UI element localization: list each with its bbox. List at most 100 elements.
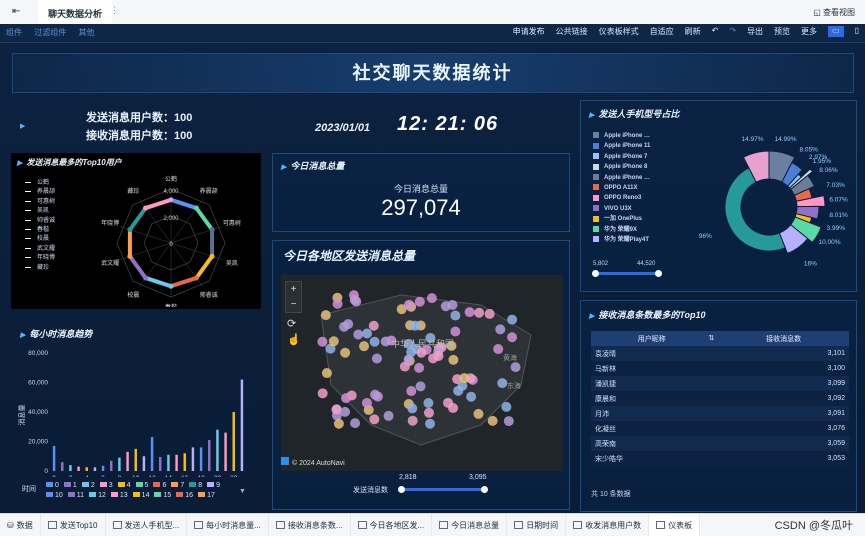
back-icon[interactable]: ⇤ <box>12 6 20 17</box>
table-row[interactable]: 康晨和 3,092 <box>591 391 849 406</box>
hourly-legend-item[interactable]: 6 <box>153 482 166 489</box>
range-handle-max[interactable] <box>481 486 488 493</box>
pie-legend-item[interactable]: VIVO U3X <box>593 204 650 214</box>
desktop-icon[interactable]: ▭ <box>828 26 844 37</box>
pie-legend-item[interactable]: OPPO Reno3 <box>593 193 650 203</box>
tab-today-total[interactable]: 今日消息总量 <box>432 514 508 536</box>
table-row[interactable]: 马新林 3,100 <box>591 361 849 376</box>
hourly-legend-item[interactable]: 15 <box>154 492 171 499</box>
pie-legend-item[interactable]: Apple iPhone 8 <box>593 162 650 172</box>
hourly-legend-item[interactable]: 1 <box>63 482 77 489</box>
range-handle-min[interactable] <box>398 486 405 493</box>
refresh-button[interactable]: 刷新 <box>685 26 701 37</box>
table-row[interactable]: 潘凯捷 3,099 <box>591 376 849 391</box>
pie-legend-item[interactable]: Apple iPhone 11 <box>593 141 650 151</box>
table-row[interactable]: 化凝丝 3,076 <box>591 421 849 436</box>
tab-data[interactable]: ⛁ 数据 <box>0 514 41 536</box>
hourly-legend-item[interactable]: 14 <box>132 492 149 499</box>
pie-legend-item[interactable]: Apple iPhone … <box>593 173 650 183</box>
tab-dashboard[interactable]: 仪表板 <box>649 514 701 536</box>
zoom-in-button[interactable]: + <box>286 282 301 297</box>
hourly-legend-item[interactable]: 5 <box>135 482 148 489</box>
undo-icon[interactable]: ↶ <box>712 26 719 37</box>
tab-receive[interactable]: 接收消息条数... <box>269 514 351 536</box>
preview-button[interactable]: 预览 <box>774 26 790 37</box>
col-header-count[interactable]: 接收消息数 <box>718 331 849 346</box>
hourly-legend-item[interactable]: 16 <box>176 492 193 499</box>
pie-range-handle-min[interactable] <box>592 270 599 277</box>
hourly-legend-item[interactable]: 8 <box>189 482 202 489</box>
range-slider[interactable] <box>398 486 488 493</box>
pie-legend-item[interactable]: 华为 荣耀Play4T <box>593 235 650 245</box>
radar-legend-item[interactable]: 帅睿诚 <box>25 217 55 226</box>
radar-legend-item[interactable]: 校晨 <box>25 235 55 244</box>
radar-tick-label: 4,000 <box>163 189 179 195</box>
hourly-legend-item[interactable]: 13 <box>110 492 128 499</box>
tab-title[interactable]: 聊天数据分析 <box>48 7 102 20</box>
radar-legend-item[interactable]: 可惠树 <box>25 198 55 207</box>
sort-icon[interactable]: ⇅ <box>708 334 714 342</box>
pie-legend-item[interactable]: Apple iPhone 7 <box>593 152 650 162</box>
map-area[interactable]: + − ⟳ ☝ 中华人民共和国 东海 黄海 © 2024 AutoNavi <box>281 275 563 471</box>
more-button[interactable]: 更多 <box>801 26 817 37</box>
pie-range-handle-max[interactable] <box>655 270 662 277</box>
public-link-button[interactable]: 公共链接 <box>556 26 588 37</box>
mobile-icon[interactable]: ▯ <box>855 26 859 37</box>
hourly-legend-item[interactable]: 7 <box>171 482 184 489</box>
radar-legend-item[interactable]: 养晨颉 <box>25 188 55 197</box>
adaptive-button[interactable]: 自适应 <box>650 26 674 37</box>
export-button[interactable]: 导出 <box>747 26 763 37</box>
redo-icon[interactable]: ↷ <box>729 26 736 37</box>
pie-range-slider[interactable] <box>592 270 662 277</box>
style-button[interactable]: 仪表板样式 <box>599 26 639 37</box>
col-header-nickname[interactable]: 用户昵称 ⇅ <box>591 331 719 346</box>
radar-legend-item[interactable]: 藏珍 <box>25 264 55 273</box>
tab-hourly[interactable]: 每小时消息量... <box>187 514 269 536</box>
legend-page-down-icon[interactable]: ▼ <box>239 488 246 495</box>
hourly-legend-item[interactable]: 17 <box>198 492 215 499</box>
hourly-legend-item[interactable]: 9 <box>207 482 220 489</box>
hourly-y-tick: 40,000 <box>28 409 48 416</box>
today-total-title: 今日消息总量 <box>290 161 345 171</box>
view-button[interactable]: ◱ 查看视图 <box>813 7 855 18</box>
pie-legend-item[interactable]: 华为 荣耀9X <box>593 225 650 235</box>
radar-point <box>127 227 133 233</box>
table-row[interactable]: 宋少皓华 3,053 <box>591 451 849 466</box>
rotate-icon[interactable]: ⟳ <box>287 317 296 330</box>
map-region-dot <box>473 408 484 419</box>
radar-legend-item[interactable]: 年晓博 <box>25 254 55 263</box>
table-row[interactable]: 袁凌晴 3,101 <box>591 346 849 361</box>
radar-legend-item[interactable]: 武文耀 <box>25 245 55 254</box>
tab-region[interactable]: 今日各地区发... <box>351 514 433 536</box>
hourly-legend-item[interactable]: 11 <box>67 492 84 499</box>
map-region-dot <box>361 397 372 408</box>
toolbar-other[interactable]: 其他 <box>78 28 94 37</box>
pie-slice-label: 14.97% <box>742 136 764 143</box>
pie-legend-item[interactable]: 一加 OnePlus <box>593 214 650 224</box>
tab-datetime[interactable]: 日期时间 <box>507 514 567 536</box>
radar-legend-item[interactable]: 公鹤 <box>25 179 55 188</box>
hourly-legend-item[interactable]: 4 <box>117 482 131 489</box>
table-row[interactable]: 月沛 3,091 <box>591 406 849 421</box>
toolbar-filter[interactable]: 过滤组件 <box>34 28 66 37</box>
hourly-bar <box>208 440 211 471</box>
pie-legend-item[interactable]: OPPO A11X <box>593 183 650 193</box>
hourly-legend-item[interactable]: 2 <box>81 482 95 489</box>
toolbar-component[interactable]: 组件 <box>6 28 22 37</box>
hourly-legend-item[interactable]: 10 <box>46 492 63 499</box>
tab-user-count[interactable]: 收发消息用户数 <box>566 514 650 536</box>
radar-legend-item[interactable]: 春楷 <box>25 226 55 235</box>
publish-button[interactable]: 申请发布 <box>513 26 545 37</box>
hourly-legend-item[interactable]: 12 <box>89 492 106 499</box>
more-icon[interactable]: ⋮ <box>110 5 119 16</box>
map-region-dot <box>510 362 521 373</box>
zoom-out-button[interactable]: − <box>286 297 301 312</box>
hourly-legend-item[interactable]: 3 <box>99 482 113 489</box>
hourly-legend-item[interactable]: 0 <box>46 482 59 489</box>
pie-legend-item[interactable]: Apple iPhone … <box>593 131 650 141</box>
hand-icon[interactable]: ☝ <box>287 333 301 346</box>
tab-send-top10[interactable]: 发送Top10 <box>41 514 106 536</box>
table-row[interactable]: 高荣南 3,059 <box>591 436 849 451</box>
tab-phone-model[interactable]: 发送人手机型... <box>106 514 188 536</box>
radar-legend-item[interactable]: 吴凯 <box>25 207 55 216</box>
